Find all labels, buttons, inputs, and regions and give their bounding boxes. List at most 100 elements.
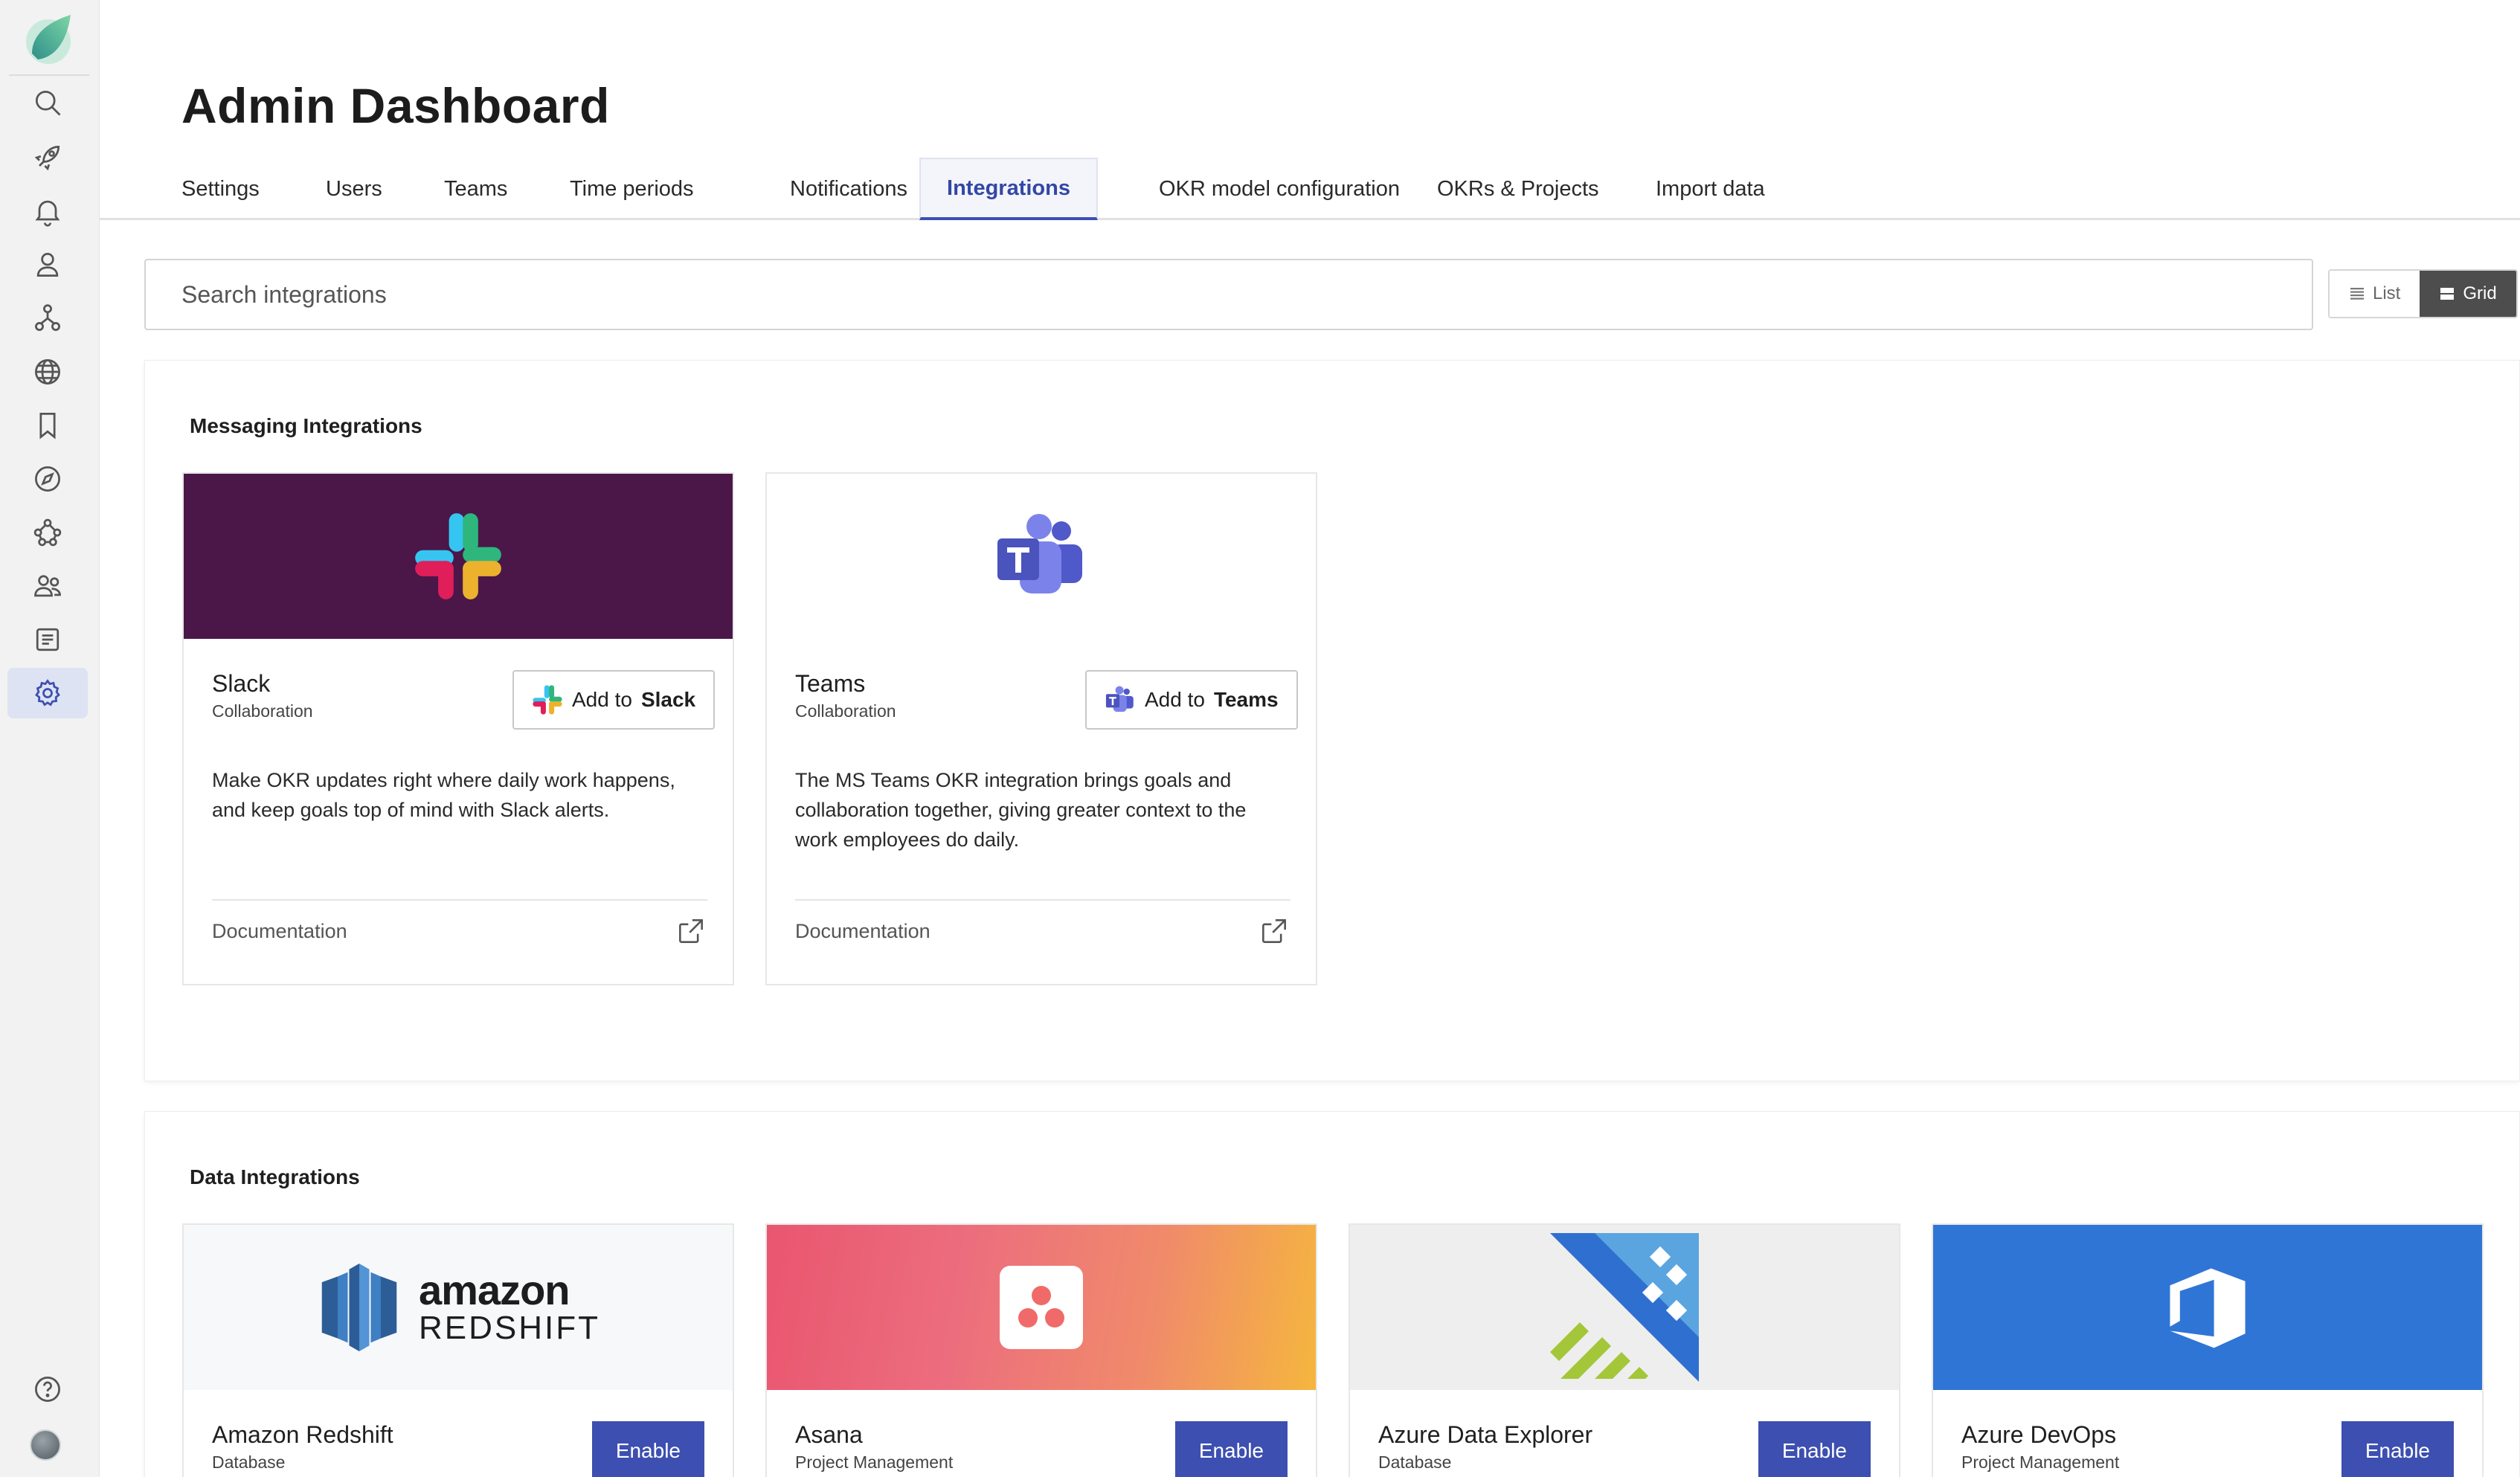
sidebar-item-bookmarks[interactable]	[7, 400, 88, 451]
admin-tabs: Settings Users Teams Time periods Notifi…	[100, 158, 2520, 220]
view-toggle: List Grid	[2328, 269, 2518, 318]
sidebar-item-help[interactable]	[7, 1364, 88, 1415]
slack-logo-icon	[533, 685, 562, 715]
sidebar-item-people[interactable]	[7, 561, 88, 611]
integration-card-slack: Slack Collaboration Add to Slack Make OKR…	[182, 472, 734, 985]
tab-notifications[interactable]: Notifications	[760, 158, 937, 220]
azure-devops-banner	[1933, 1225, 2482, 1390]
messaging-integrations-section: Messaging Integrations Slack Collaborati…	[144, 360, 2520, 1081]
sidebar-item-reports[interactable]	[7, 614, 88, 665]
integration-category: Project Management	[795, 1452, 954, 1472]
teams-banner	[767, 474, 1316, 639]
amazon-redshift-banner: amazon REDSHIFT	[184, 1225, 733, 1390]
add-to-slack-button[interactable]: Add to Slack	[512, 670, 716, 730]
integration-card-asana: Asana Project Management Enable	[765, 1223, 1317, 1477]
grid-view-button[interactable]: Grid	[2420, 271, 2516, 317]
integration-card-azure-devops: Azure DevOps Project Management Enable	[1932, 1223, 2484, 1477]
tab-integrations[interactable]: Integrations	[919, 158, 1098, 220]
card-footer: Documentation	[795, 899, 1290, 962]
compass-icon	[35, 466, 60, 492]
section-title: Messaging Integrations	[190, 414, 422, 437]
people-icon	[34, 575, 61, 597]
slack-banner	[184, 474, 733, 639]
sidebar-item-company[interactable]	[7, 347, 88, 397]
sidebar-item-launch[interactable]	[7, 132, 88, 183]
documentation-link[interactable]: Documentation	[795, 920, 930, 943]
list-view-label: List	[2373, 283, 2401, 303]
tab-import-data[interactable]: Import data	[1626, 158, 1795, 220]
avatar[interactable]	[30, 1429, 61, 1461]
integration-name: Asana	[795, 1421, 863, 1448]
integration-name: Azure DevOps	[1961, 1421, 2117, 1448]
bell-icon	[35, 200, 60, 227]
enable-button[interactable]: Enable	[591, 1421, 704, 1477]
integration-category: Collaboration	[212, 701, 313, 721]
tab-time-periods[interactable]: Time periods	[540, 158, 724, 220]
hierarchy-icon	[35, 304, 60, 331]
enable-button[interactable]: Enable	[1758, 1421, 1871, 1477]
documentation-link[interactable]: Documentation	[212, 920, 347, 943]
sidebar-item-settings[interactable]	[7, 668, 88, 718]
teams-brand-label: Teams	[1213, 688, 1279, 711]
card-footer: Documentation	[212, 899, 707, 962]
tab-settings[interactable]: Settings	[152, 158, 289, 220]
teams-logo-icon	[1105, 686, 1134, 712]
integration-category: Project Management	[1961, 1452, 2120, 1472]
redshift-logo-icon	[321, 1264, 397, 1351]
asana-logo-icon	[1018, 1286, 1064, 1328]
add-to-teams-button[interactable]: Add to Teams	[1085, 670, 1298, 730]
left-rail	[0, 0, 100, 1477]
tab-users[interactable]: Users	[296, 158, 412, 220]
list-icon	[2350, 288, 2364, 300]
amazon-redshift-wordmark: amazon REDSHIFT	[419, 1270, 600, 1345]
rocket-icon	[34, 145, 60, 171]
list-view-button[interactable]: List	[2330, 271, 2420, 317]
integration-card-azure-data-explorer: Azure Data Explorer Database Enable	[1349, 1223, 1900, 1477]
sidebar-item-explore[interactable]	[7, 454, 88, 504]
integration-category: Collaboration	[795, 701, 896, 721]
grid-icon	[2440, 288, 2455, 300]
wordmark-line-2: REDSHIFT	[419, 1310, 600, 1346]
slack-logo-icon	[415, 513, 501, 599]
help-icon	[35, 1377, 60, 1402]
asana-logo-tile	[1000, 1266, 1083, 1349]
sidebar-item-search[interactable]	[7, 77, 88, 128]
app-logo-icon[interactable]	[22, 10, 78, 67]
slack-brand-label: Slack	[640, 688, 696, 711]
data-integrations-section: Data Integrations amazon REDSHIFT Amazon…	[144, 1111, 2520, 1477]
search-input[interactable]	[144, 259, 2313, 330]
integration-category: Database	[212, 1452, 286, 1472]
external-link-icon[interactable]	[1258, 915, 1290, 947]
tab-okrs-projects[interactable]: OKRs & Projects	[1407, 158, 1629, 220]
integration-category: Database	[1378, 1452, 1452, 1472]
document-list-icon	[36, 628, 60, 651]
asana-banner	[767, 1225, 1316, 1390]
grid-view-label: Grid	[2463, 283, 2497, 303]
tab-okr-model-configuration[interactable]: OKR model configuration	[1129, 158, 1430, 220]
add-to-label: Add to	[1145, 688, 1205, 711]
enable-button[interactable]: Enable	[2341, 1421, 2454, 1477]
search-icon	[35, 90, 61, 116]
sidebar-item-profile[interactable]	[7, 239, 88, 290]
integration-description: The MS Teams OKR integration brings goal…	[795, 769, 1247, 851]
integration-description: Make OKR updates right where daily work …	[212, 769, 675, 821]
integration-name: Amazon Redshift	[212, 1421, 393, 1448]
integration-name: Azure Data Explorer	[1378, 1421, 1593, 1448]
tab-teams[interactable]: Teams	[414, 158, 537, 220]
add-to-label: Add to	[572, 688, 632, 711]
rail-divider	[9, 74, 89, 76]
sidebar-item-network[interactable]	[7, 507, 88, 558]
gear-icon	[35, 679, 60, 707]
enable-button[interactable]: Enable	[1174, 1421, 1288, 1477]
azure-data-explorer-banner	[1350, 1225, 1899, 1390]
integration-card-amazon-redshift: amazon REDSHIFT Amazon Redshift Database…	[182, 1223, 734, 1477]
section-title: Data Integrations	[190, 1165, 360, 1188]
azure-devops-logo-icon	[2170, 1268, 2246, 1348]
external-link-icon[interactable]	[675, 915, 707, 947]
sidebar-item-alignment[interactable]	[7, 293, 88, 344]
sidebar-item-notifications[interactable]	[7, 186, 88, 236]
teams-logo-icon	[997, 514, 1082, 593]
integration-name: Slack	[212, 670, 271, 697]
bookmark-icon	[39, 413, 56, 440]
globe-icon	[35, 359, 60, 384]
